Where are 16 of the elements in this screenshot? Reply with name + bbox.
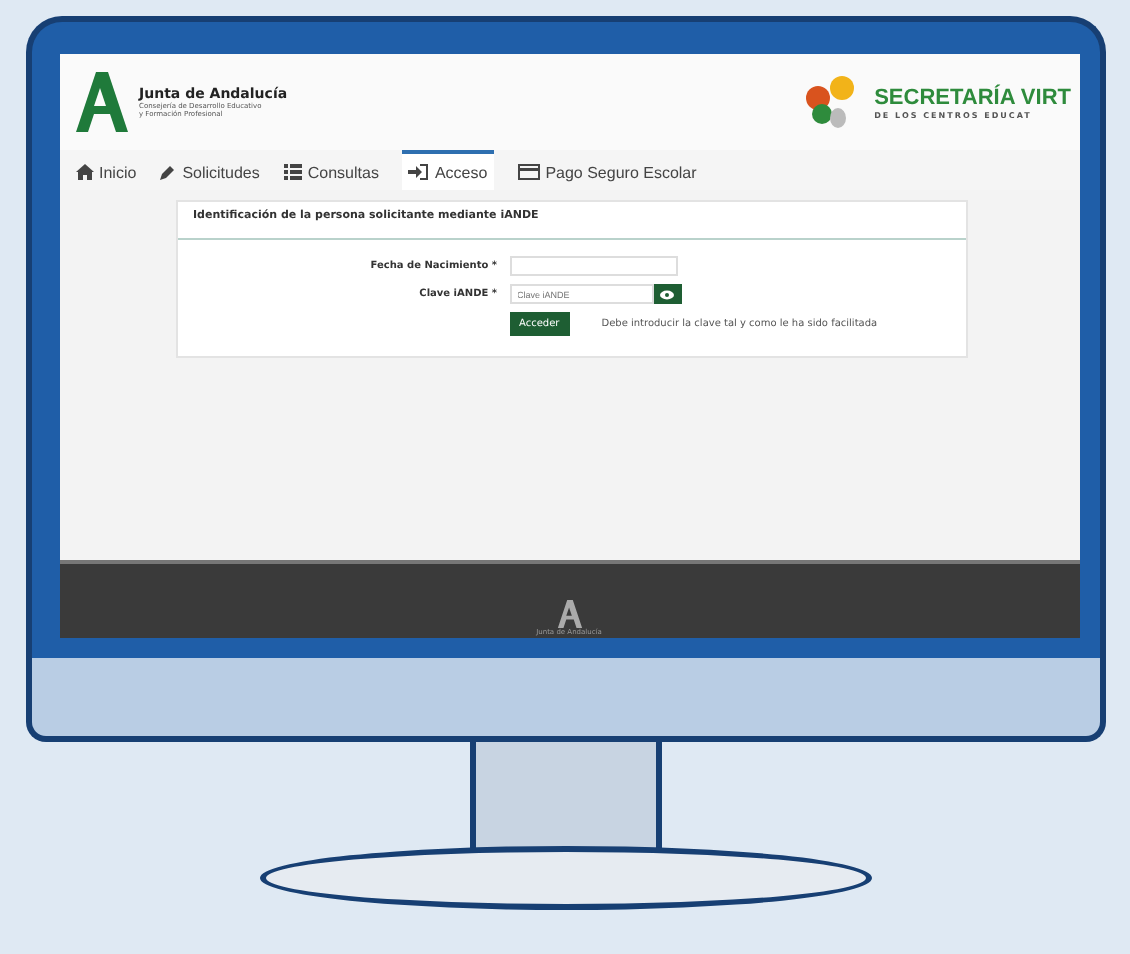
nav-tab[interactable]: Solicitudes <box>160 150 260 190</box>
nav-tab[interactable]: Inicio <box>75 150 137 190</box>
card-icon <box>517 164 540 180</box>
nav-tab[interactable]: Consultas <box>283 150 379 190</box>
logo-icon <box>75 72 127 132</box>
login-icon <box>408 164 429 180</box>
home-icon <box>75 164 93 180</box>
show-password-button[interactable] <box>653 284 681 304</box>
eye-icon <box>660 289 674 299</box>
brand-title: SECRETARÍA VIRT <box>874 85 1071 109</box>
pencil-icon <box>160 164 177 180</box>
date-field[interactable] <box>509 256 677 276</box>
list-icon <box>283 164 302 180</box>
nav-tab[interactable]: Pago Seguro Escolar <box>517 150 697 190</box>
footer-logo-icon <box>555 600 583 628</box>
nav-tab[interactable]: Acceso <box>402 150 494 190</box>
